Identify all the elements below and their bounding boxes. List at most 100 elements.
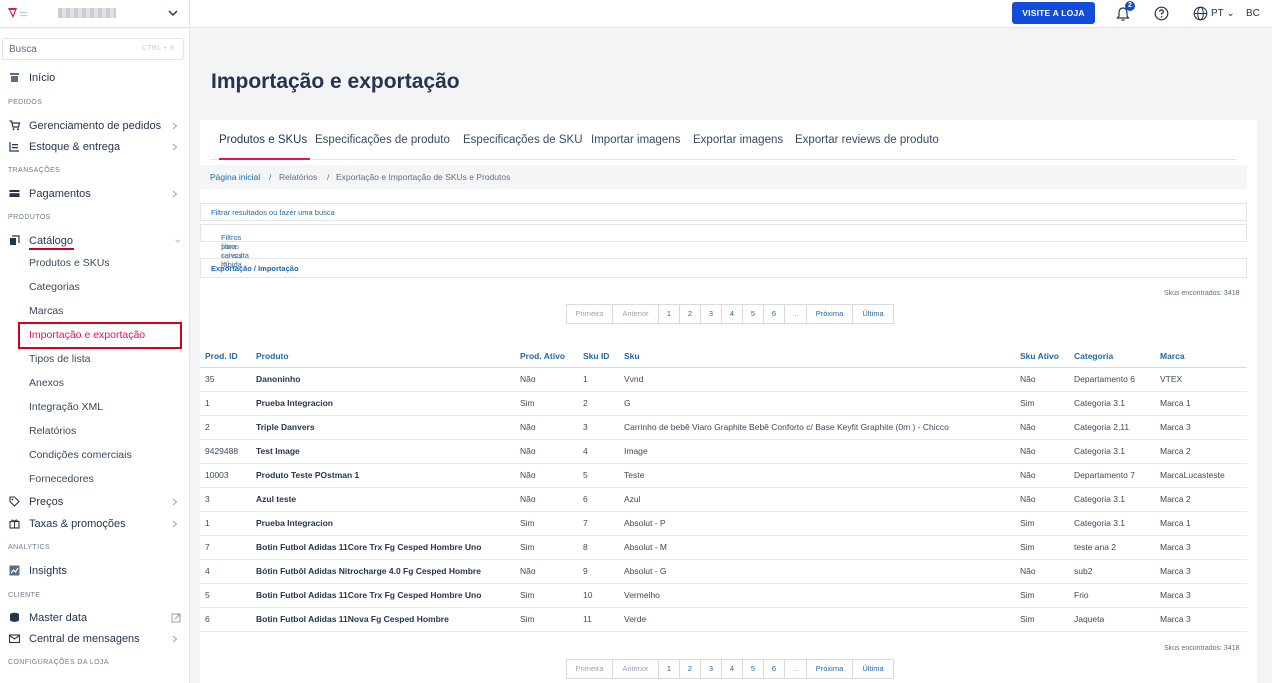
table-row[interactable]: 10003 Produto Teste POstman 1 Não 5 Teste Não… (200, 463, 1247, 488)
table-row[interactable]: 3 Azul teste Não 6 Azul Não Categoria 3.1 Marca… (200, 487, 1247, 512)
cell-product: Prueba Integracion (251, 511, 515, 536)
sidebar-item-master-data[interactable]: Master data (0, 610, 190, 628)
pager-page[interactable]: 6 (764, 660, 785, 678)
pager-first[interactable]: Primeira (567, 660, 613, 678)
table-row[interactable]: 9429488 Test Image Não 4 Image Não Categoria 3… (200, 439, 1247, 464)
breadcrumb-home[interactable]: Página inicial (210, 172, 260, 182)
sidebar-item-taxes-promotions[interactable]: Taxas & promoções (0, 516, 190, 534)
help-icon[interactable] (1154, 6, 1169, 21)
col-header-prod-id[interactable]: Prod. ID (200, 345, 251, 368)
cell-category: Categoria 3.1 (1069, 391, 1155, 416)
section-label-client: CLIENTE (8, 592, 41, 599)
col-header-sku-id[interactable]: Sku ID (578, 345, 619, 368)
language-selector[interactable]: PT ⌄ (1193, 6, 1238, 22)
cell-sku: Vermelho (619, 583, 1015, 608)
col-header-sku-active[interactable]: Sku Ativo (1015, 345, 1069, 368)
sidebar-search-input[interactable]: Busca CTRL + K (2, 38, 184, 60)
pager-page[interactable]: 3 (701, 660, 722, 678)
search-shortcut: CTRL + K (141, 45, 175, 52)
account-name-blurred[interactable] (58, 8, 116, 18)
pager-last[interactable]: Última (853, 305, 893, 323)
sidebar-item-insights[interactable]: Insights (0, 563, 190, 581)
sidebar-subitem-products-skus[interactable]: Produtos e SKUs (29, 257, 110, 269)
table-row[interactable]: 35 Danoninho Não 1 Vvnd Não Departamento 6 VTEX (200, 367, 1247, 392)
cell-sku-active: Não (1015, 463, 1069, 488)
sidebar-subitem-list-types[interactable]: Tipos de lista (29, 353, 90, 365)
table-row[interactable]: 7 Botin Futbol Adidas 11Core Trx Fg Cespe… (200, 535, 1247, 560)
chevron-down-icon[interactable] (167, 6, 179, 20)
filter-search-bar[interactable]: Filtrar resultados ou fazer uma busca (200, 203, 1247, 221)
pager-page[interactable]: 1 (659, 305, 680, 323)
breadcrumb-current: Exportação e Importação de SKUs e Produt… (336, 172, 511, 182)
pager-page[interactable]: 2 (680, 660, 701, 678)
sidebar-item-order-management[interactable]: Gerenciamento de pedidos (0, 118, 190, 136)
sidebar-subitem-categories[interactable]: Categorias (29, 281, 80, 293)
col-header-category[interactable]: Categoria (1069, 345, 1155, 368)
export-import-bar[interactable]: Exportação / Importação (200, 258, 1247, 278)
cell-sku-active: Não (1015, 415, 1069, 440)
pager-last[interactable]: Última (853, 660, 893, 678)
tab-products-skus[interactable]: Produtos e SKUs (219, 134, 307, 146)
tab-import-images[interactable]: Importar imagens (591, 134, 680, 146)
pager-previous[interactable]: Anterior (613, 305, 659, 323)
tab-sku-specs[interactable]: Especificações de SKU (463, 134, 583, 146)
cell-sku-active: Não (1015, 367, 1069, 392)
pager-page[interactable]: 2 (680, 305, 701, 323)
pager-page[interactable]: 4 (722, 305, 743, 323)
sidebar-item-stock-delivery[interactable]: Estoque & entrega (0, 139, 190, 157)
skus-table: Prod. ID Produto Prod. Ativo Sku ID Sku … (200, 345, 1247, 632)
visit-store-button[interactable]: VISITE A LOJA (1012, 2, 1095, 24)
quick-filters-bar[interactable]: Filtros para consulta rápida - filtros s… (200, 224, 1247, 269)
sidebar-subitem-xml-integration[interactable]: Integração XML (29, 401, 103, 413)
chevron-right-icon (172, 520, 178, 528)
pager-page[interactable]: 4 (722, 660, 743, 678)
cell-prod-active: Não (515, 367, 578, 392)
sidebar-item-label: Taxas & promoções (29, 518, 126, 530)
section-label-analytics: ANALYTICS (8, 544, 50, 551)
table-row[interactable]: 4 Bótin Futbôl Adidas Nitrocharge 4.0 Fg … (200, 559, 1247, 584)
pager-page[interactable]: 3 (701, 305, 722, 323)
cell-prod-active: Sim (515, 391, 578, 416)
tab-export-reviews[interactable]: Exportar reviews de produto (795, 134, 939, 146)
col-header-sku[interactable]: Sku (619, 345, 1015, 368)
tab-product-specs[interactable]: Especificações de produto (315, 134, 450, 146)
pager-page[interactable]: 5 (743, 660, 764, 678)
pager-next[interactable]: Próxima (807, 660, 853, 678)
pager-page[interactable]: 6 (764, 305, 785, 323)
col-header-product[interactable]: Produto (251, 345, 515, 368)
sidebar-item-label: Master data (29, 612, 88, 624)
table-row[interactable]: 6 Botin Futbol Adidas 11Nova Fg Cesped Ho… (200, 607, 1247, 632)
sidebar-subitem-brands[interactable]: Marcas (29, 305, 63, 317)
external-link-icon (171, 613, 181, 623)
vtex-logo-icon[interactable] (7, 6, 29, 20)
pager-previous[interactable]: Anterior (613, 660, 659, 678)
sidebar-item-message-center[interactable]: Central de mensagens (0, 631, 190, 649)
table-row[interactable]: 1 Prueba Integracion Sim 2 G Sim Categoria 3.1… (200, 391, 1247, 416)
sidebar-item-payments[interactable]: Pagamentos (0, 186, 190, 204)
pager-page[interactable]: 5 (743, 305, 764, 323)
sidebar-subitem-reports[interactable]: Relatórios (29, 425, 76, 437)
col-header-prod-active[interactable]: Prod. Ativo (515, 345, 578, 368)
cell-category: Categoria 2.11 (1069, 415, 1155, 440)
cell-sku-active: Sim (1015, 511, 1069, 536)
sidebar-item-label: Preços (29, 496, 64, 508)
sidebar-item-prices[interactable]: Preços (0, 494, 190, 512)
catalog-highlight-underline (29, 248, 74, 250)
user-avatar[interactable]: BC (1246, 8, 1260, 19)
pager-next[interactable]: Próxima (807, 305, 853, 323)
export-import-link[interactable]: Exportação / Importação (211, 264, 299, 273)
cell-brand: Marca 3 (1155, 415, 1247, 440)
table-row[interactable]: 2 Triple Danvers Não 3 Carrinho de bebê Viar… (200, 415, 1247, 440)
sidebar-subitem-commercial-conditions[interactable]: Condições comerciais (29, 449, 132, 461)
breadcrumb-reports[interactable]: Relatórios (279, 172, 317, 182)
cell-sku-active: Sim (1015, 391, 1069, 416)
pager-first[interactable]: Primeira (567, 305, 613, 323)
sidebar-subitem-suppliers[interactable]: Fornecedores (29, 473, 94, 485)
sidebar-item-home[interactable]: Início (0, 70, 190, 88)
tab-export-images[interactable]: Exportar imagens (693, 134, 783, 146)
table-row[interactable]: 1 Prueba Integracion Sim 7 Absolut - P Sim Cat… (200, 511, 1247, 536)
col-header-brand[interactable]: Marca (1155, 345, 1247, 368)
pager-page[interactable]: 1 (659, 660, 680, 678)
table-row[interactable]: 5 Botin Futbol Adidas 11Core Trx Fg Cespe… (200, 583, 1247, 608)
sidebar-subitem-attachments[interactable]: Anexos (29, 377, 64, 389)
